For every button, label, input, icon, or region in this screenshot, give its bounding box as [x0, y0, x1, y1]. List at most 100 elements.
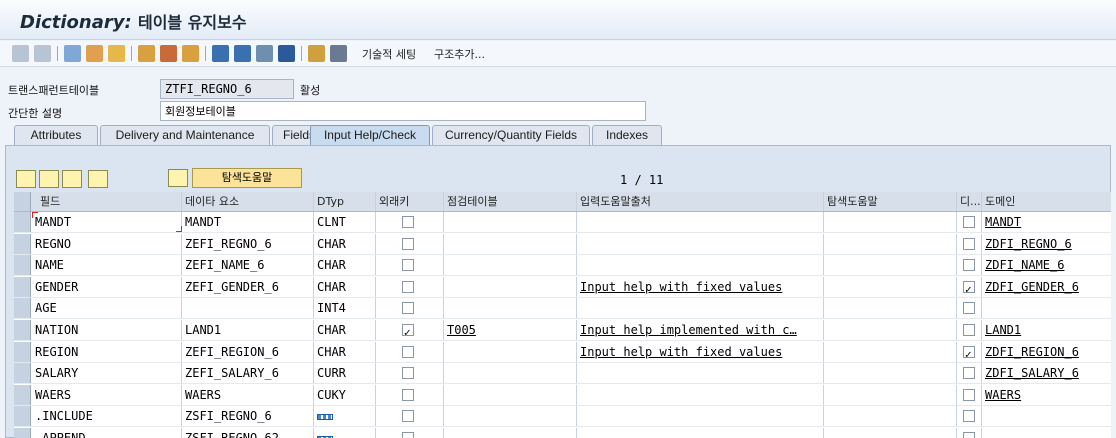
cell-search-help[interactable]	[824, 406, 957, 427]
cell-d[interactable]	[957, 212, 982, 232]
cell-dtyp[interactable]	[314, 428, 376, 438]
cell-domain[interactable]	[982, 428, 1111, 438]
foreign-key-checkbox[interactable]	[402, 322, 414, 340]
back-arrow-icon[interactable]	[12, 45, 29, 62]
cell-d[interactable]	[957, 233, 982, 254]
cell-data-element[interactable]	[182, 298, 314, 319]
tab-attributes[interactable]: Attributes	[14, 125, 98, 145]
cell-dtyp[interactable]	[314, 406, 376, 427]
default-checkbox[interactable]	[963, 237, 975, 250]
cell-data-element[interactable]: MANDT	[182, 212, 314, 232]
cell-foreign-key[interactable]	[376, 341, 444, 362]
cell-field[interactable]: .APPEND	[32, 428, 182, 438]
default-checkbox[interactable]	[963, 367, 975, 380]
table-view-icon[interactable]	[256, 45, 273, 62]
cell-input-help-source[interactable]: Input help with fixed values	[577, 341, 824, 362]
cell-foreign-key[interactable]	[376, 320, 444, 340]
cell-check-table[interactable]	[444, 363, 577, 384]
collapse-all-icon[interactable]	[88, 170, 108, 188]
cell-dtyp[interactable]: INT4	[314, 298, 376, 319]
cell-input-help-source[interactable]	[577, 406, 824, 427]
cell-domain[interactable]: ZDFI_GENDER_6	[982, 277, 1111, 297]
cell-search-help[interactable]	[824, 363, 957, 384]
cell-input-help-source-text[interactable]: Input help with fixed values	[580, 345, 782, 359]
table-row[interactable]: NATION LAND1 CHAR T005 Input help implemente…	[14, 320, 1111, 341]
cell-field[interactable]: REGION	[32, 341, 182, 362]
col-header-d[interactable]: 디...	[957, 192, 982, 211]
cell-foreign-key[interactable]	[376, 276, 444, 297]
cell-search-help[interactable]	[824, 384, 957, 405]
layout-icon[interactable]	[234, 45, 251, 62]
foreign-key-icon[interactable]	[168, 169, 188, 187]
cell-dtyp[interactable]: CHAR	[314, 255, 376, 276]
default-checkbox[interactable]	[963, 259, 975, 272]
cell-data-element[interactable]: ZEFI_NAME_6	[182, 255, 314, 276]
cell-check-table[interactable]	[444, 276, 577, 297]
col-header-foreign-key[interactable]: 외래키	[376, 192, 444, 211]
cell-input-help-source-text[interactable]: Input help with fixed values	[580, 280, 782, 294]
foreign-key-checkbox[interactable]	[402, 302, 414, 315]
cell-field[interactable]: NAME	[32, 255, 182, 276]
cell-d[interactable]	[957, 341, 982, 362]
cell-check-table[interactable]	[444, 428, 577, 438]
cell-domain[interactable]: ZDFI_NAME_6	[982, 255, 1111, 275]
cell-dtyp[interactable]: CLNT	[314, 212, 376, 232]
cell-data-element[interactable]: ZSFI_REGNO_6	[182, 406, 314, 427]
cell-search-help[interactable]	[824, 255, 957, 276]
cell-foreign-key[interactable]	[376, 384, 444, 405]
foreign-key-checkbox[interactable]	[402, 410, 414, 423]
cell-domain-text[interactable]: ZDFI_SALARY_6	[985, 366, 1079, 380]
table-row[interactable]: REGNO ZEFI_REGNO_6 CHAR ZDFI_REGNO_6	[14, 233, 1111, 255]
col-header-domain[interactable]: 도메인	[982, 192, 1111, 211]
technical-settings-button[interactable]: 기술적 세팅	[362, 46, 416, 62]
cell-dtyp[interactable]: CHAR	[314, 233, 376, 254]
row-selector[interactable]	[14, 233, 31, 254]
cell-input-help-source-text[interactable]: Input help implemented with c…	[580, 323, 797, 337]
col-header-check-table[interactable]: 점검테이블	[444, 192, 577, 211]
col-header-input-help-source[interactable]: 입력도움말출처	[577, 192, 824, 211]
default-checkbox[interactable]	[963, 388, 975, 401]
cell-check-table[interactable]	[444, 212, 577, 232]
table-row[interactable]: GENDER ZEFI_GENDER_6 CHAR Input help with f…	[14, 276, 1111, 298]
cell-d[interactable]	[957, 276, 982, 297]
row-selector[interactable]	[14, 212, 31, 232]
tab-input-help-check[interactable]: Input Help/Check	[310, 125, 430, 145]
cell-search-help[interactable]	[824, 233, 957, 254]
cell-search-help[interactable]	[824, 341, 957, 362]
col-header-data-element[interactable]: 데이타 요소	[182, 192, 314, 211]
foreign-key-checkbox[interactable]	[402, 237, 414, 250]
default-checkbox[interactable]	[963, 344, 975, 362]
cell-search-help[interactable]	[824, 320, 957, 340]
object-list-icon[interactable]	[160, 45, 177, 62]
cell-d[interactable]	[957, 320, 982, 340]
cell-data-element[interactable]: ZEFI_REGNO_6	[182, 233, 314, 254]
cell-foreign-key[interactable]	[376, 233, 444, 254]
cell-domain[interactable]: ZDFI_SALARY_6	[982, 363, 1111, 383]
cell-data-element[interactable]: LAND1	[182, 320, 314, 340]
cell-domain-text[interactable]: ZDFI_REGNO_6	[985, 237, 1072, 251]
cell-check-table[interactable]	[444, 233, 577, 254]
cell-dtyp[interactable]: CHAR	[314, 320, 376, 340]
delete-row-icon[interactable]	[62, 170, 82, 188]
col-header-field[interactable]: 필드	[32, 192, 182, 211]
cell-foreign-key[interactable]	[376, 212, 444, 232]
row-selector[interactable]	[14, 341, 31, 362]
cell-input-help-source[interactable]	[577, 363, 824, 384]
select-all-handle[interactable]	[14, 192, 31, 211]
row-selector[interactable]	[14, 428, 31, 438]
cell-domain-text[interactable]: MANDT	[985, 215, 1021, 229]
cell-domain[interactable]: ZDFI_REGION_6	[982, 342, 1111, 362]
cell-foreign-key[interactable]	[376, 298, 444, 319]
contents-icon[interactable]	[330, 45, 347, 62]
cell-field[interactable]: WAERS	[32, 384, 182, 405]
cell-foreign-key[interactable]	[376, 406, 444, 427]
cell-check-table[interactable]	[444, 406, 577, 427]
cell-domain-text[interactable]: LAND1	[985, 323, 1021, 337]
cell-search-help[interactable]	[824, 276, 957, 297]
check-icon[interactable]	[86, 45, 103, 62]
cell-input-help-source[interactable]: Input help implemented with c…	[577, 320, 824, 340]
foreign-key-checkbox[interactable]	[402, 259, 414, 272]
cell-data-element[interactable]: ZEFI_REGION_6	[182, 341, 314, 362]
cell-field[interactable]: MANDT	[32, 212, 182, 232]
cell-input-help-source[interactable]: Input help with fixed values	[577, 276, 824, 297]
